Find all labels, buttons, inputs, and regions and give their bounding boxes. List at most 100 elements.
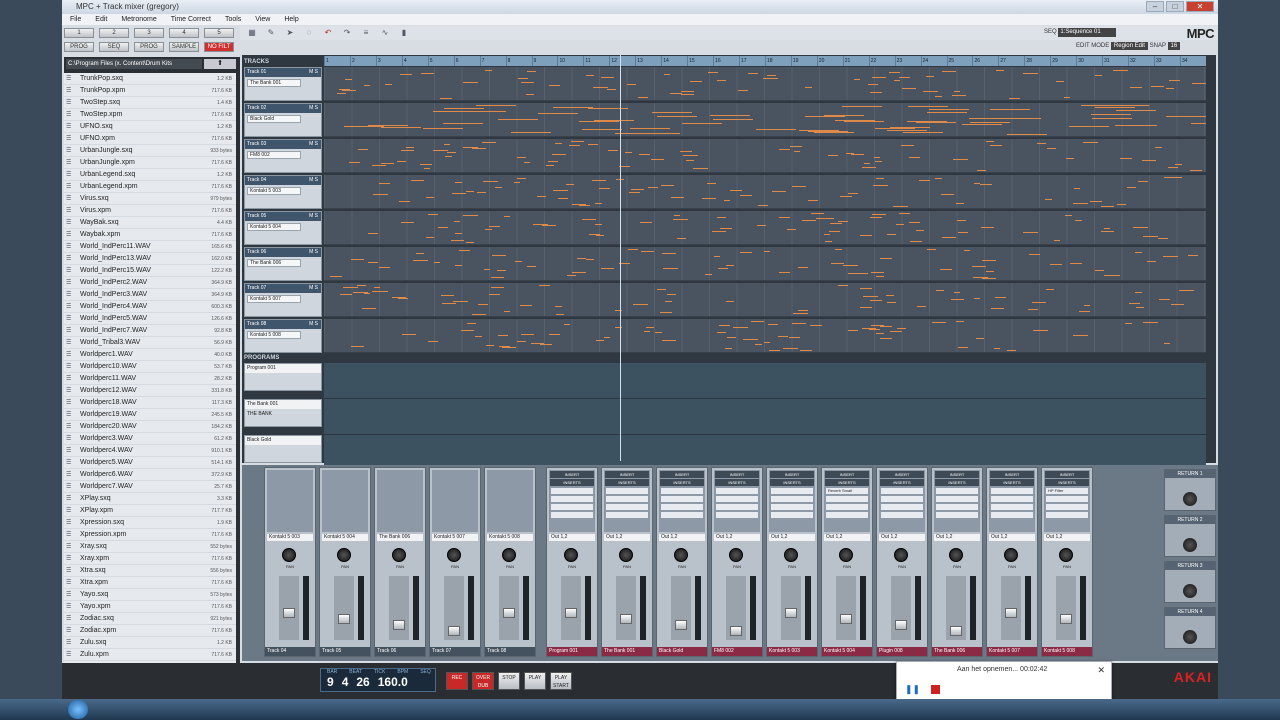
midi-note[interactable]	[727, 337, 736, 338]
fader-cap[interactable]	[895, 620, 907, 630]
midi-note[interactable]	[368, 233, 378, 234]
midi-note[interactable]	[442, 303, 456, 304]
return-knob[interactable]	[1183, 584, 1197, 598]
mode-button-prog[interactable]: PROG	[134, 42, 164, 52]
bank-button-2[interactable]: 2	[99, 28, 129, 38]
midi-note[interactable]	[1047, 148, 1056, 149]
midi-note[interactable]	[935, 96, 942, 97]
midi-note[interactable]	[783, 348, 798, 349]
midi-note[interactable]	[707, 183, 716, 184]
midi-note[interactable]	[874, 157, 880, 158]
midi-note[interactable]	[378, 291, 388, 292]
output-route[interactable]: Out 1,2	[604, 534, 650, 541]
midi-note[interactable]	[909, 157, 920, 158]
midi-note[interactable]	[553, 190, 568, 191]
midi-note[interactable]	[916, 122, 956, 123]
midi-note[interactable]	[660, 312, 672, 313]
midi-note[interactable]	[1104, 228, 1110, 229]
midi-note[interactable]	[595, 224, 602, 225]
midi-note[interactable]	[455, 265, 462, 266]
up-folder-button[interactable]: ⬆	[204, 59, 236, 69]
midi-note[interactable]	[887, 130, 927, 131]
midi-note[interactable]	[798, 267, 808, 268]
midi-note[interactable]	[674, 215, 680, 216]
pan-knob[interactable]	[894, 548, 908, 562]
midi-note[interactable]	[980, 184, 992, 185]
midi-note[interactable]	[588, 108, 628, 109]
midi-note[interactable]	[870, 217, 882, 218]
midi-note[interactable]	[740, 252, 752, 253]
midi-note[interactable]	[802, 220, 816, 221]
midi-note[interactable]	[1009, 98, 1020, 99]
midi-note[interactable]	[889, 72, 900, 73]
midi-note[interactable]	[991, 308, 1004, 309]
mode-button-seq[interactable]: SEQ	[99, 42, 129, 52]
insert-slot[interactable]	[881, 488, 923, 494]
edit-mode-selector[interactable]: EDIT MODE Region Edit SNAP 16	[1076, 42, 1181, 50]
insert-slot[interactable]	[661, 496, 703, 502]
track-header[interactable]: Track 01 M S The Bank 001	[244, 67, 322, 101]
insert-slot[interactable]	[991, 504, 1033, 510]
insert-slot[interactable]	[606, 504, 648, 510]
midi-note[interactable]	[515, 261, 522, 262]
midi-note[interactable]	[524, 162, 530, 163]
midi-note[interactable]	[1115, 125, 1155, 126]
midi-note[interactable]	[477, 192, 486, 193]
insert-slot[interactable]	[991, 496, 1033, 502]
midi-note[interactable]	[588, 144, 598, 145]
pan-knob[interactable]	[729, 548, 743, 562]
mode-button-sample[interactable]: SAMPLE	[169, 42, 199, 52]
track-lane[interactable]	[324, 139, 1206, 173]
midi-note[interactable]	[595, 203, 602, 204]
fader-cap[interactable]	[503, 608, 515, 618]
midi-note[interactable]	[379, 267, 390, 268]
midi-note[interactable]	[567, 275, 576, 276]
midi-note[interactable]	[1163, 256, 1178, 257]
midi-note[interactable]	[482, 142, 496, 143]
midi-note[interactable]	[667, 294, 676, 295]
midi-note[interactable]	[690, 81, 702, 82]
midi-note[interactable]	[1023, 232, 1038, 233]
midi-note[interactable]	[908, 106, 948, 107]
midi-note[interactable]	[899, 77, 910, 78]
midi-note[interactable]	[792, 323, 806, 324]
midi-note[interactable]	[814, 132, 854, 133]
file-row[interactable]: ☰ TrunkPop.xpm 717.6 KB	[64, 85, 236, 97]
midi-note[interactable]	[794, 151, 800, 152]
file-row[interactable]: ☰ Worldperc11.WAV 28.2 KB	[64, 373, 236, 385]
midi-note[interactable]	[592, 180, 606, 181]
midi-note[interactable]	[738, 90, 748, 91]
fader-cap[interactable]	[1005, 608, 1017, 618]
midi-note[interactable]	[995, 297, 1002, 298]
midi-note[interactable]	[916, 230, 924, 231]
midi-note[interactable]	[399, 201, 410, 202]
midi-note[interactable]	[1070, 263, 1082, 264]
midi-note[interactable]	[1135, 252, 1142, 253]
midi-note[interactable]	[664, 74, 670, 75]
midi-note[interactable]	[1143, 322, 1158, 323]
insert-slot[interactable]	[991, 512, 1033, 518]
pan-knob[interactable]	[282, 548, 296, 562]
midi-note[interactable]	[986, 141, 994, 142]
midi-note[interactable]	[942, 71, 956, 72]
midi-note[interactable]	[1084, 305, 1090, 306]
insert-slot[interactable]	[936, 496, 978, 502]
file-row[interactable]: ☰ Xray.sxq 552 bytes	[64, 541, 236, 553]
midi-note[interactable]	[461, 330, 474, 331]
insert-slot[interactable]	[1046, 504, 1088, 510]
insert-slot[interactable]	[716, 504, 758, 510]
midi-note[interactable]	[549, 334, 560, 335]
file-row[interactable]: ☰ UrbanJungle.sxq 933 bytes	[64, 145, 236, 157]
midi-note[interactable]	[862, 328, 876, 329]
output-route[interactable]: Out 1,2	[879, 534, 925, 541]
pan-knob[interactable]	[674, 548, 688, 562]
midi-note[interactable]	[540, 344, 552, 345]
mute-solo-buttons[interactable]: M S	[309, 68, 318, 77]
midi-note[interactable]	[572, 204, 586, 205]
midi-note[interactable]	[1069, 126, 1109, 127]
midi-note[interactable]	[661, 185, 674, 186]
midi-note[interactable]	[808, 200, 818, 201]
output-route[interactable]: Out 1,2	[659, 534, 705, 541]
file-row[interactable]: ☰ UFNO.xpm 717.6 KB	[64, 133, 236, 145]
erase-icon[interactable]: ◌	[303, 28, 315, 38]
